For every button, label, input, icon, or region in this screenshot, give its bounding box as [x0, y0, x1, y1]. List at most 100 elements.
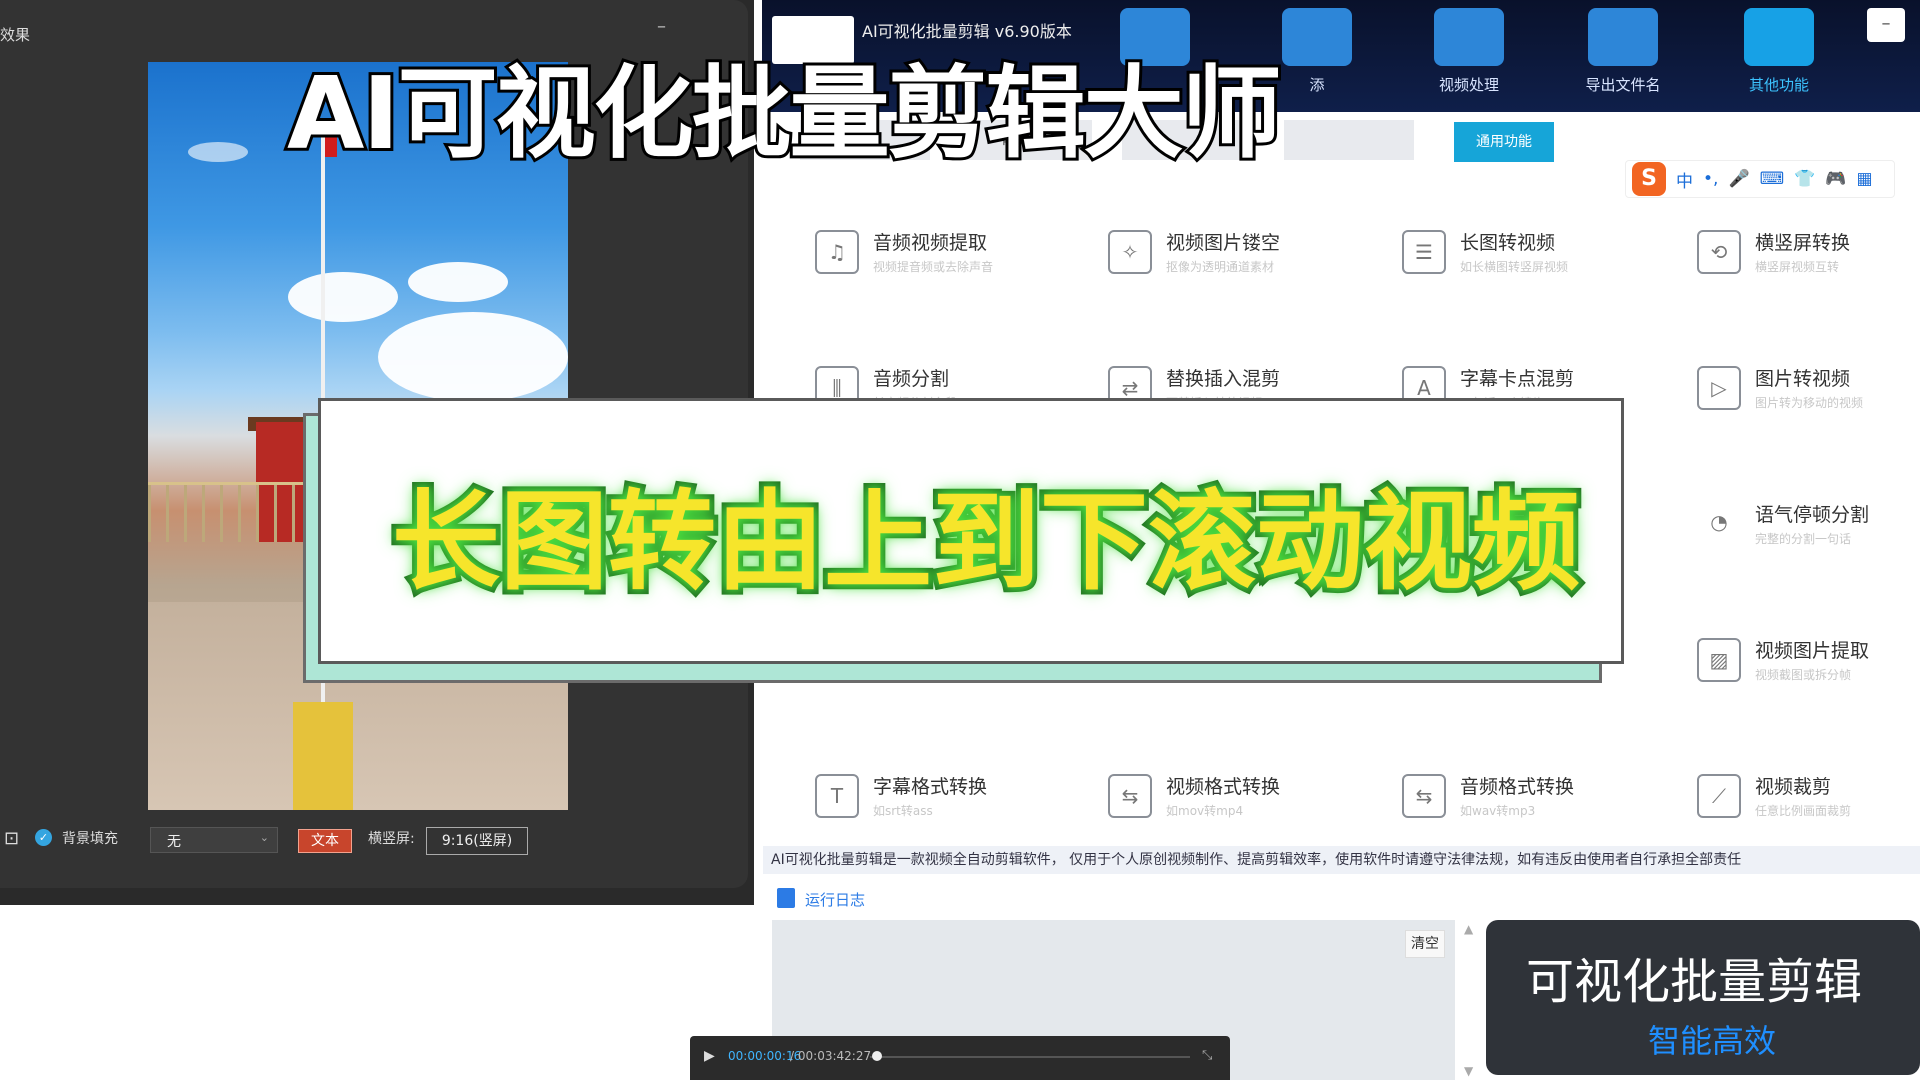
bg-fill-select[interactable]: 无 ⌄ — [150, 827, 278, 853]
keyboard-icon[interactable]: ⌨ — [1760, 169, 1785, 189]
subtab[interactable] — [1284, 120, 1414, 160]
crop-icon: ⟋ — [1697, 774, 1741, 818]
player-bar: ▶ 00:00:00:16 / 00:03:42:27 ⤡ — [690, 1036, 1230, 1080]
tool-title: 视频图片提取 — [1755, 640, 1870, 662]
tool-title: 音频视频提取 — [873, 232, 988, 254]
toolbar-button-export-name[interactable]: 导出文件名 — [1568, 8, 1678, 108]
orientation-select[interactable]: 9:16(竖屏) — [426, 827, 528, 855]
promo-card: 可视化批量剪辑 智能高效 — [1486, 920, 1920, 1075]
tool-title: 语气停顿分割 — [1755, 504, 1870, 526]
tool-title: 视频裁剪 — [1755, 776, 1832, 798]
log-icon — [777, 888, 795, 908]
bg-fill-checkbox[interactable]: ✓ — [35, 829, 52, 846]
log-scrollbar[interactable]: ▲ ▼ — [1460, 920, 1480, 1080]
tool-video-frame-extract[interactable]: ▨ 视频图片提取 视频截图或拆分帧 — [1697, 608, 1920, 712]
speech-pause-icon: ◔ — [1710, 510, 1728, 534]
tool-long-image-to-video[interactable]: ☰ 长图转视频 如长横图转竖屏视频 — [1402, 200, 1672, 304]
cloud-shape — [288, 272, 398, 322]
subtitle-format-icon: T — [815, 774, 859, 818]
server-icon — [1282, 8, 1352, 66]
total-time: / 00:03:42:27 — [790, 1049, 871, 1063]
rotate-screen-icon: ⟲ — [1697, 230, 1741, 274]
tool-title: 横竖屏转换 — [1755, 232, 1851, 254]
tool-orientation-convert[interactable]: ⟲ 横竖屏转换 横竖屏视频互转 — [1697, 200, 1920, 304]
long-image-icon: ☰ — [1402, 230, 1446, 274]
tool-desc: 任意比例画面裁剪 — [1755, 804, 1852, 818]
total-time-value: 00:03:42:27 — [797, 1049, 872, 1063]
toolbar-label: 添 — [1309, 76, 1325, 94]
magic-wand-icon: ✧ — [1108, 230, 1152, 274]
text-button[interactable]: 文本 — [298, 829, 352, 853]
skin-icon[interactable]: 👕 — [1794, 169, 1815, 189]
promo-title: 可视化批量剪辑 — [1526, 954, 1863, 1010]
frame-extract-icon: ▨ — [1697, 638, 1741, 682]
ime-toolbar[interactable]: S 中 •, 🎤 ⌨ 👕 🎮 ▦ — [1625, 160, 1895, 198]
toolbar-button-other[interactable]: 其他功能 — [1724, 8, 1834, 108]
promo-subtitle: 智能高效 — [1648, 1022, 1777, 1060]
cloud-shape — [188, 142, 248, 162]
tool-title: 长图转视频 — [1460, 232, 1556, 254]
tool-video-format[interactable]: ⇆ 视频格式转换 如mov转mp4 — [1108, 744, 1378, 848]
tool-desc: 抠像为透明通道素材 — [1166, 260, 1275, 274]
chinese-mode-icon[interactable]: 中 — [1676, 167, 1693, 192]
tool-video-crop[interactable]: ⟋ 视频裁剪 任意比例画面裁剪 — [1697, 744, 1920, 848]
tool-audio-format[interactable]: ⇆ 音频格式转换 如wav转mp3 — [1402, 744, 1672, 848]
toolbar-label: 导出文件名 — [1585, 76, 1661, 94]
seek-track[interactable] — [870, 1056, 1190, 1058]
scroll-down-icon[interactable]: ▼ — [1464, 1064, 1473, 1078]
tool-title: 字幕格式转换 — [873, 776, 988, 798]
tool-audio-video-extract[interactable]: ♫ 音频视频提取 视频提音频或去除声音 — [815, 200, 1085, 304]
audio-format-icon: ⇆ — [1402, 774, 1446, 818]
lamp-base — [293, 702, 353, 810]
chevron-down-icon: ⌄ — [259, 831, 269, 844]
log-title: 运行日志 — [805, 891, 866, 909]
exit-fullscreen-icon[interactable]: ⤡ — [1202, 1048, 1212, 1063]
seek-handle[interactable] — [872, 1051, 882, 1061]
time-separator: / — [790, 1049, 795, 1063]
tool-desc: 如wav转mp3 — [1460, 804, 1536, 818]
toolbar-button-video-process[interactable]: 视频处理 — [1414, 8, 1524, 108]
tool-desc: 横竖屏视频互转 — [1755, 260, 1840, 274]
common-functions-button[interactable]: 通用功能 — [1454, 122, 1554, 162]
tool-desc: 如mov转mp4 — [1166, 804, 1244, 818]
tool-title: 视频格式转换 — [1166, 776, 1281, 798]
bg-fill-value: 无 — [167, 834, 181, 850]
tool-title: 音频分割 — [873, 368, 950, 390]
microphone-icon[interactable]: 🎤 — [1728, 169, 1749, 189]
tool-title: 替换插入混剪 — [1166, 368, 1281, 390]
grid-icon — [1744, 8, 1814, 66]
punctuation-icon[interactable]: •, — [1703, 169, 1718, 189]
toolbar-label: 视频处理 — [1438, 76, 1499, 94]
bg-fill-label: 背景填充 — [62, 831, 118, 847]
crop-icon[interactable]: ⊡ — [4, 828, 19, 849]
orientation-label: 横竖屏: — [368, 831, 415, 847]
play-icon[interactable]: ▶ — [704, 1048, 715, 1064]
tool-desc: 如长横图转竖屏视频 — [1460, 260, 1569, 274]
audio-extract-icon: ♫ — [815, 230, 859, 274]
panel-title: 效果 — [0, 26, 31, 44]
tool-title: 图片转视频 — [1755, 368, 1851, 390]
tool-desc: 完整的分割一句话 — [1755, 532, 1852, 546]
clear-log-button[interactable]: 清空 — [1405, 930, 1445, 958]
video-format-icon: ⇆ — [1108, 774, 1152, 818]
tool-desc: 如srt转ass — [873, 804, 933, 818]
tool-title: 视频图片镂空 — [1166, 232, 1281, 254]
toolbox-icon[interactable]: ▦ — [1857, 169, 1873, 189]
cloud-shape — [408, 262, 508, 302]
window-minimize-button[interactable]: – — [1867, 8, 1905, 42]
scroll-up-icon[interactable]: ▲ — [1464, 922, 1473, 936]
folder-export-icon — [1588, 8, 1658, 66]
overlay-title: AI可视化批量剪辑大师 — [284, 52, 1285, 175]
tool-desc: 图片转为移动的视频 — [1755, 396, 1864, 410]
tool-image-to-video[interactable]: ▷ 图片转视频 图片转为移动的视频 — [1697, 336, 1920, 440]
tool-subtitle-format[interactable]: T 字幕格式转换 如srt转ass — [815, 744, 1085, 848]
cloud-shape — [378, 312, 568, 402]
game-icon[interactable]: 🎮 — [1825, 169, 1846, 189]
disclaimer-notice: AI可视化批量剪辑是一款视频全自动剪辑软件， 仅用于个人原创视频制作、提高剪辑效… — [763, 846, 1920, 874]
tool-title: 音频格式转换 — [1460, 776, 1575, 798]
tool-video-image-cutout[interactable]: ✧ 视频图片镂空 抠像为透明通道素材 — [1108, 200, 1378, 304]
sogou-icon[interactable]: S — [1632, 162, 1666, 196]
sliders-icon — [1434, 8, 1504, 66]
tool-speech-pause-split[interactable]: ◔ 语气停顿分割 完整的分割一句话 — [1697, 472, 1920, 576]
tool-title: 字幕卡点混剪 — [1460, 368, 1575, 390]
